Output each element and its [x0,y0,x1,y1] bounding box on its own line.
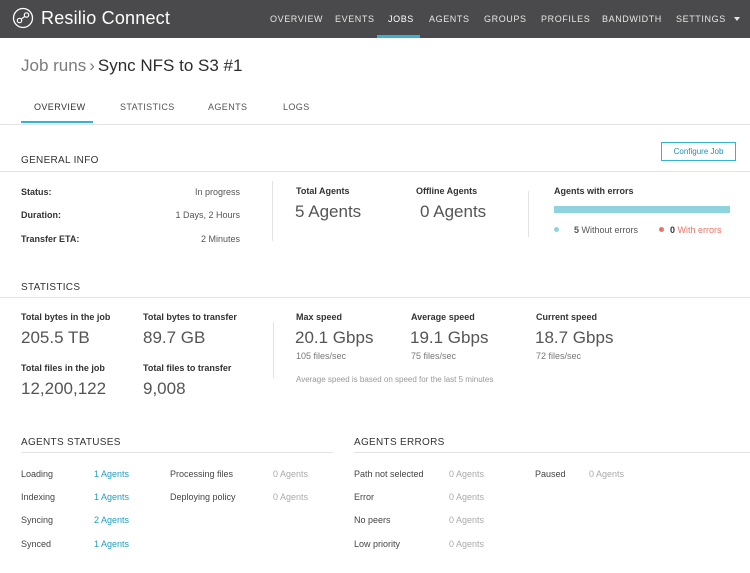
total-agents-value: 5 Agents [295,202,362,221]
cur-speed-value: 18.7 Gbps [535,328,614,347]
configure-job-button[interactable]: Configure Job [661,142,736,161]
error-row-label: Error [354,492,374,502]
offline-agents-value: 0 Agents [420,202,487,221]
tab-active-indicator [21,121,93,123]
status-label: Status: [21,187,52,197]
with-errors-count: 0 [670,225,676,235]
average-speed-note: Average speed is based on speed for the … [296,375,494,384]
agents-errors-title: AGENTS ERRORS [354,437,445,448]
status-row-value: 0 Agents [273,492,309,502]
page-title: Sync NFS to S3 #1 [97,56,243,75]
eta-label: Transfer ETA: [21,234,80,244]
total-bytes-label: Total bytes in the job [21,312,111,322]
statistics-title: STATISTICS [21,282,81,293]
error-row-label: Path not selected [354,469,424,479]
status-row-label: Loading [21,469,54,479]
general-info-vdivider-2 [528,191,529,237]
breadcrumb-parent[interactable]: Job runs [21,56,86,75]
without-errors-dot-icon [554,227,559,232]
status-row-label: Syncing [21,515,54,525]
total-agents-label: Total Agents [296,186,350,196]
status-row-value[interactable]: 1 Agents [94,539,129,549]
total-bytes-value: 205.5 TB [21,328,90,347]
status-row-label: Indexing [21,492,56,502]
without-errors-count: 5 [574,225,580,235]
offline-agents-label: Offline Agents [416,186,478,196]
avg-speed-label: Average speed [411,312,475,322]
status-row-label: Synced [21,539,52,549]
duration-label: Duration: [21,210,61,220]
status-row-value[interactable]: 1 Agents [94,492,129,502]
bytes-to-transfer-label: Total bytes to transfer [143,312,237,322]
error-row-label: Paused [535,469,566,479]
max-speed-value: 20.1 Gbps [295,328,374,347]
tab-statistics[interactable]: STATISTICS [120,102,175,112]
nav-overview[interactable]: OVERVIEW [270,14,323,24]
general-info-title: GENERAL INFO [21,155,99,166]
breadcrumb-separator: › [89,56,95,75]
cur-speed-label: Current speed [536,312,598,322]
cur-speed-files: 72 files/sec [536,351,582,361]
nav-groups[interactable]: GROUPS [484,14,527,24]
statistics-vdivider [273,322,274,378]
error-row-value: 0 Agents [449,469,485,479]
error-row-label: Low priority [354,539,401,549]
agents-statuses-divider [21,452,333,453]
status-row-label: Processing files [170,469,234,479]
error-row-value: 0 Agents [589,469,625,479]
nav-agents[interactable]: AGENTS [429,14,470,24]
agents-statuses-title: AGENTS STATUSES [21,437,121,448]
nav-settings-label: SETTINGS [676,14,726,24]
error-row-label: No peers [354,515,391,525]
error-row-value: 0 Agents [449,492,485,502]
content-area [0,125,750,573]
bytes-to-transfer-value: 89.7 GB [143,328,206,347]
chevron-down-icon [733,17,740,21]
duration-value: 1 Days, 2 Hours [175,210,240,220]
top-nav-bar: Resilio Connect OVERVIEW EVENTS JOBS AGE… [0,0,750,38]
tab-logs[interactable]: LOGS [283,102,310,112]
avg-speed-value: 19.1 Gbps [410,328,489,347]
with-errors-text: With errors [677,225,722,235]
avg-speed-files: 75 files/sec [411,351,457,361]
tab-overview[interactable]: OVERVIEW [34,102,86,112]
nav-profiles[interactable]: PROFILES [541,14,590,24]
files-to-transfer-label: Total files to transfer [143,363,232,373]
general-info-divider [0,171,750,172]
total-files-value: 12,200,122 [21,379,107,398]
with-errors-dot-icon [659,227,664,232]
error-row-value: 0 Agents [449,515,485,525]
breadcrumb: Job runs › Sync NFS to S3 #1 [21,56,242,76]
nav-settings[interactable]: SETTINGS [676,14,740,24]
without-errors-legend: 5 Without errors [574,225,638,235]
with-errors-legend: 0 With errors [670,225,722,235]
agents-errors-divider [354,452,750,453]
eta-value: 2 Minutes [200,234,240,244]
resilio-logo-icon [12,7,34,29]
without-errors-text: Without errors [581,225,639,235]
nav-bandwidth[interactable]: BANDWIDTH [602,14,662,24]
total-files-label: Total files in the job [21,363,105,373]
tab-agents[interactable]: AGENTS [208,102,247,112]
max-speed-label: Max speed [296,312,343,322]
agents-with-errors-label: Agents with errors [554,186,634,196]
brand-logo[interactable]: Resilio Connect [12,7,170,29]
general-info-vdivider-1 [272,181,273,241]
status-row-value[interactable]: 1 Agents [94,469,129,479]
status-row-label: Deploying policy [170,492,236,502]
nav-events[interactable]: EVENTS [335,14,375,24]
statistics-divider [0,297,750,298]
status-row-value[interactable]: 2 Agents [94,515,129,525]
status-value: In progress [194,187,240,197]
nav-active-indicator [377,35,420,38]
files-to-transfer-value: 9,008 [143,379,186,398]
brand-name: Resilio Connect [41,7,171,28]
nav-jobs[interactable]: JOBS [388,14,414,24]
status-row-value: 0 Agents [273,469,309,479]
error-row-value: 0 Agents [449,539,485,549]
agents-errors-bar [554,206,730,213]
max-speed-files: 105 files/sec [296,351,347,361]
